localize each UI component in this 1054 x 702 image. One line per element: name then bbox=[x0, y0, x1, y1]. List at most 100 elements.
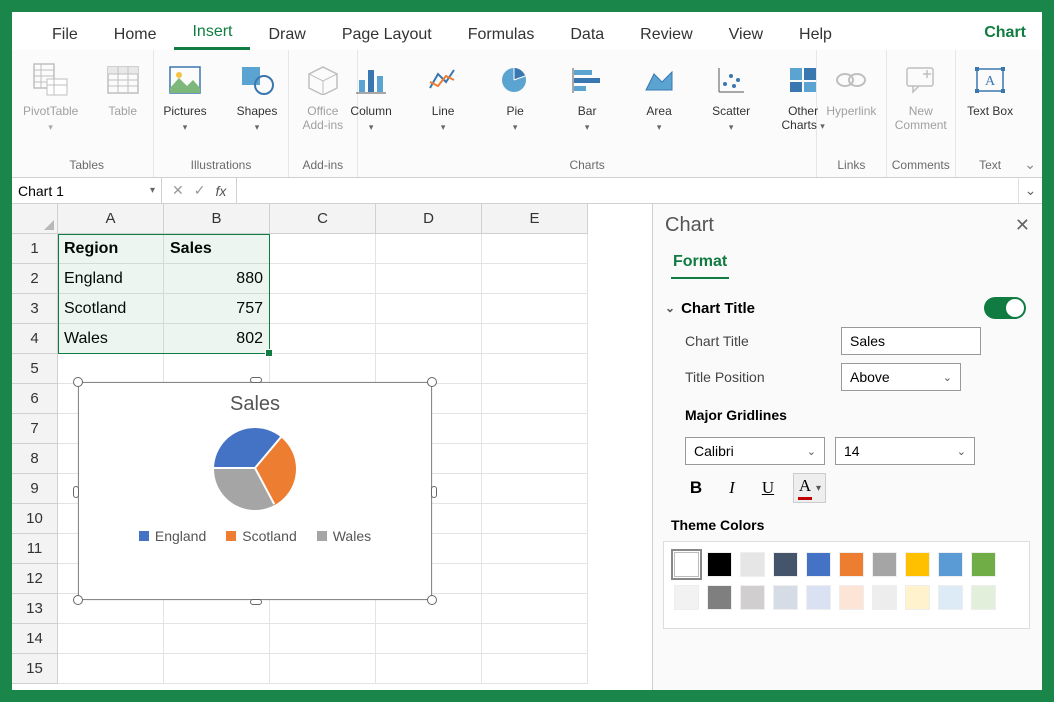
resize-handle[interactable] bbox=[250, 377, 262, 383]
color-swatch[interactable] bbox=[938, 585, 963, 610]
cell[interactable] bbox=[482, 294, 588, 324]
chart-title[interactable]: Sales bbox=[79, 383, 431, 416]
row-header[interactable]: 2 bbox=[12, 264, 58, 294]
font-color-button[interactable]: A ▾ bbox=[793, 473, 826, 503]
cancel-icon[interactable]: ✕ bbox=[172, 182, 184, 199]
row-header[interactable]: 10 bbox=[12, 504, 58, 534]
color-swatch[interactable] bbox=[839, 552, 864, 577]
title-position-select[interactable]: Above ⌄ bbox=[841, 363, 961, 391]
legend-item[interactable]: England bbox=[139, 528, 206, 544]
row-header[interactable]: 13 bbox=[12, 594, 58, 624]
row-header[interactable]: 3 bbox=[12, 294, 58, 324]
color-swatch[interactable] bbox=[773, 552, 798, 577]
pie-chart-button[interactable]: Pie ▾ bbox=[486, 56, 544, 133]
row-header[interactable]: 14 bbox=[12, 624, 58, 654]
bar-chart-button[interactable]: Bar ▾ bbox=[558, 56, 616, 133]
cell[interactable] bbox=[482, 264, 588, 294]
cell[interactable] bbox=[482, 564, 588, 594]
cell[interactable]: 757 bbox=[164, 294, 270, 324]
pivottable-button[interactable]: PivotTable ▾ bbox=[22, 56, 80, 133]
row-header[interactable]: 9 bbox=[12, 474, 58, 504]
cell[interactable] bbox=[482, 354, 588, 384]
underline-button[interactable]: U bbox=[757, 478, 779, 498]
cell[interactable] bbox=[482, 654, 588, 684]
legend-item[interactable]: Scotland bbox=[226, 528, 296, 544]
text-box-button[interactable]: A Text Box bbox=[961, 56, 1019, 118]
cell[interactable] bbox=[482, 474, 588, 504]
tab-review[interactable]: Review bbox=[622, 18, 710, 50]
color-swatch[interactable] bbox=[872, 552, 897, 577]
column-chart-button[interactable]: Column ▾ bbox=[342, 56, 400, 133]
resize-handle[interactable] bbox=[73, 377, 83, 387]
column-header[interactable]: B bbox=[164, 204, 270, 234]
cell[interactable] bbox=[482, 504, 588, 534]
column-header[interactable]: A bbox=[58, 204, 164, 234]
chart-title-input[interactable] bbox=[841, 327, 981, 355]
tab-view[interactable]: View bbox=[711, 18, 781, 50]
pie-chart[interactable] bbox=[214, 428, 296, 510]
color-swatch[interactable] bbox=[872, 585, 897, 610]
cell[interactable] bbox=[270, 654, 376, 684]
section-chart-title[interactable]: ⌄ Chart Title bbox=[665, 300, 755, 317]
close-icon[interactable]: ✕ bbox=[1015, 215, 1030, 236]
cell[interactable]: 802 bbox=[164, 324, 270, 354]
color-swatch[interactable] bbox=[707, 585, 732, 610]
font-name-select[interactable]: Calibri ⌄ bbox=[685, 437, 825, 465]
line-chart-button[interactable]: Line ▾ bbox=[414, 56, 472, 133]
color-swatch[interactable] bbox=[773, 585, 798, 610]
table-button[interactable]: Table bbox=[94, 56, 152, 118]
column-header[interactable]: C bbox=[270, 204, 376, 234]
cell[interactable] bbox=[270, 294, 376, 324]
formula-expand-icon[interactable]: ⌄ bbox=[1018, 178, 1042, 203]
row-header[interactable]: 4 bbox=[12, 324, 58, 354]
tab-insert[interactable]: Insert bbox=[174, 15, 250, 50]
resize-handle[interactable] bbox=[250, 599, 262, 605]
color-swatch[interactable] bbox=[905, 585, 930, 610]
tab-draw[interactable]: Draw bbox=[250, 18, 323, 50]
cell[interactable]: Region bbox=[58, 234, 164, 264]
cell[interactable]: England bbox=[58, 264, 164, 294]
panel-tab-format[interactable]: Format bbox=[671, 247, 729, 279]
resize-handle[interactable] bbox=[73, 486, 79, 498]
row-header[interactable]: 7 bbox=[12, 414, 58, 444]
row-header[interactable]: 1 bbox=[12, 234, 58, 264]
tab-formulas[interactable]: Formulas bbox=[450, 18, 553, 50]
color-swatch[interactable] bbox=[938, 552, 963, 577]
color-swatch[interactable] bbox=[707, 552, 732, 577]
scatter-chart-button[interactable]: Scatter ▾ bbox=[702, 56, 760, 133]
bold-button[interactable]: B bbox=[685, 478, 707, 498]
cell[interactable] bbox=[482, 234, 588, 264]
resize-handle[interactable] bbox=[427, 595, 437, 605]
chart-legend[interactable]: England Scotland Wales bbox=[79, 510, 431, 544]
cell[interactable] bbox=[482, 384, 588, 414]
tab-chart-context[interactable]: Chart bbox=[968, 16, 1042, 50]
cell[interactable]: Scotland bbox=[58, 294, 164, 324]
shapes-button[interactable]: Shapes ▾ bbox=[228, 56, 286, 133]
cell[interactable] bbox=[482, 594, 588, 624]
column-header[interactable]: E bbox=[482, 204, 588, 234]
italic-button[interactable]: I bbox=[721, 478, 743, 498]
cell[interactable] bbox=[482, 324, 588, 354]
row-header[interactable]: 8 bbox=[12, 444, 58, 474]
cell[interactable] bbox=[58, 654, 164, 684]
cell[interactable] bbox=[376, 264, 482, 294]
row-header[interactable]: 12 bbox=[12, 564, 58, 594]
area-chart-button[interactable]: Area ▾ bbox=[630, 56, 688, 133]
cell[interactable]: Sales bbox=[164, 234, 270, 264]
cell[interactable] bbox=[376, 234, 482, 264]
color-swatch[interactable] bbox=[971, 552, 996, 577]
cell[interactable] bbox=[482, 414, 588, 444]
cell[interactable] bbox=[376, 324, 482, 354]
hyperlink-button[interactable]: Hyperlink bbox=[822, 56, 880, 118]
font-size-select[interactable]: 14 ⌄ bbox=[835, 437, 975, 465]
legend-item[interactable]: Wales bbox=[317, 528, 371, 544]
fx-icon[interactable]: fx bbox=[215, 183, 226, 199]
column-header[interactable]: D bbox=[376, 204, 482, 234]
enter-icon[interactable]: ✓ bbox=[194, 182, 206, 199]
color-swatch[interactable] bbox=[971, 585, 996, 610]
cell[interactable] bbox=[482, 624, 588, 654]
resize-handle[interactable] bbox=[431, 486, 437, 498]
cell[interactable] bbox=[376, 654, 482, 684]
name-box[interactable]: Chart 1 ▾ bbox=[12, 178, 162, 203]
color-swatch[interactable] bbox=[740, 585, 765, 610]
